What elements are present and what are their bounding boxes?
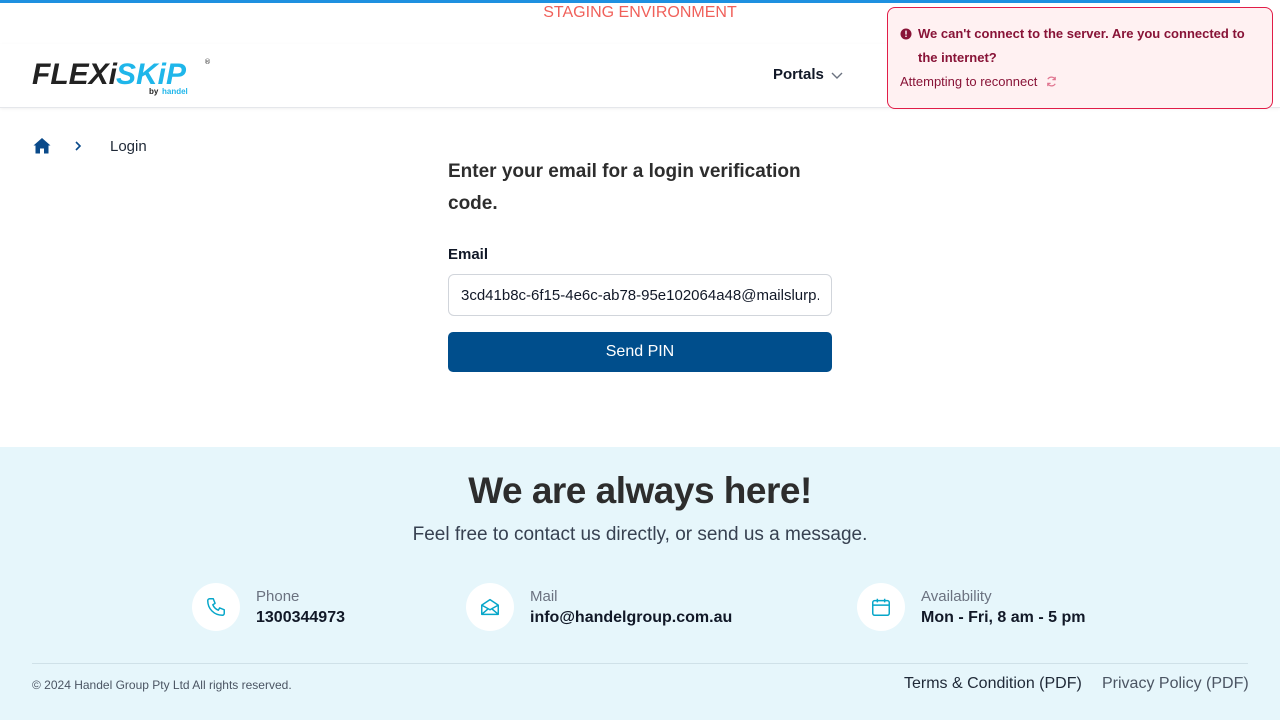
calendar-icon	[872, 598, 890, 616]
refresh-icon	[1047, 76, 1057, 87]
email-label: Email	[448, 246, 489, 263]
flexiskip-logo[interactable]: FLEXi SKiP ® by handel	[32, 56, 214, 96]
contact-mail: Mail info@handelgroup.com.au	[466, 583, 732, 631]
email-input[interactable]	[448, 274, 832, 316]
logo-tagline-by: by	[149, 87, 159, 96]
logo-tagline-brand: handel	[162, 87, 188, 96]
login-form: Enter your email for a login verificatio…	[448, 156, 832, 372]
privacy-link[interactable]: Privacy Policy (PDF)	[1102, 675, 1249, 693]
terms-link[interactable]: Terms & Condition (PDF)	[904, 675, 1082, 693]
breadcrumb: Login	[32, 136, 147, 156]
footer-heading: We are always here!	[468, 470, 812, 511]
contact-mail-value[interactable]: info@handelgroup.com.au	[530, 609, 732, 627]
phone-icon	[207, 598, 225, 616]
footer: We are always here! Feel free to contact…	[0, 447, 1280, 720]
send-pin-button[interactable]: Send PIN	[448, 332, 832, 372]
logo-text-dark: FLEXi	[32, 58, 118, 91]
contact-phone-label: Phone	[256, 587, 300, 605]
form-title: Enter your email for a login verificatio…	[448, 161, 801, 214]
footer-subheading: Feel free to contact us directly, or sen…	[412, 524, 868, 545]
connection-error-toast: We can't connect to the server. Are you …	[887, 7, 1273, 109]
mail-open-icon	[481, 598, 499, 616]
nav-portals-label: Portals	[773, 66, 824, 83]
chevron-right-icon	[75, 141, 82, 151]
home-icon[interactable]	[32, 136, 52, 156]
contact-mail-label: Mail	[530, 587, 558, 605]
contact-phone: Phone 1300344973	[192, 583, 345, 631]
toast-message: Attempting to reconnect	[900, 74, 1038, 89]
contact-availability: Availability Mon - Fri, 8 am - 5 pm	[857, 583, 1085, 631]
copyright-text: © 2024 Handel Group Pty Ltd All rights r…	[32, 678, 292, 692]
toast-title: We can't connect to the server. Are you …	[918, 26, 1245, 65]
breadcrumb-current: Login	[110, 137, 147, 155]
logo-registered: ®	[204, 58, 211, 66]
contact-availability-value: Mon - Fri, 8 am - 5 pm	[921, 608, 1086, 626]
chevron-down-icon	[831, 72, 843, 79]
footer-divider	[32, 663, 1248, 664]
contact-phone-value[interactable]: 1300344973	[256, 609, 345, 627]
alert-circle-icon	[900, 28, 912, 40]
nav-portals-dropdown[interactable]: Portals	[773, 66, 844, 83]
contact-availability-label: Availability	[921, 587, 992, 605]
